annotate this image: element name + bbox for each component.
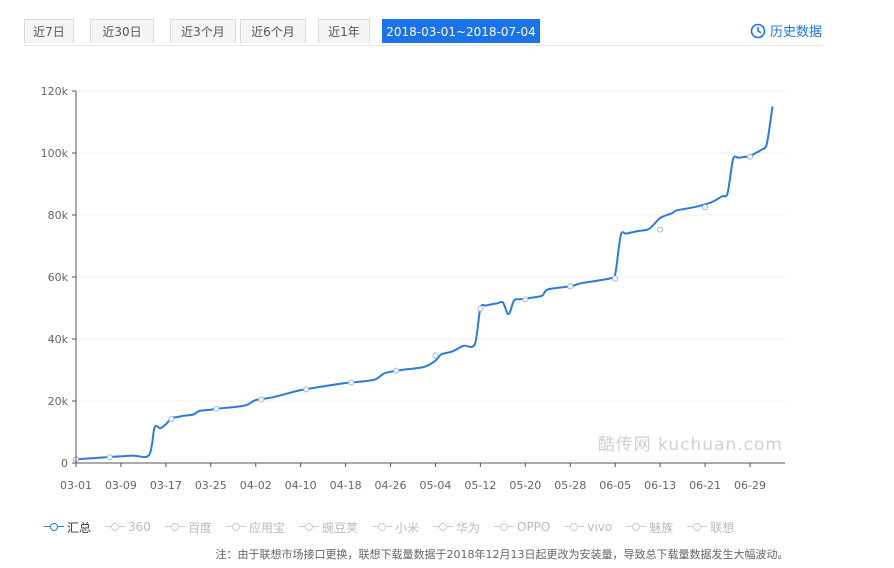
data-point-marker — [612, 275, 619, 282]
x-tick-label: 03-01 — [60, 479, 92, 492]
data-point-marker — [213, 405, 220, 412]
legend-item-label: 联想 — [710, 520, 735, 535]
legend-item[interactable]: 小米 — [371, 519, 419, 536]
data-point-marker — [747, 153, 753, 160]
x-tick-label: 03-25 — [195, 479, 227, 492]
legend-item-label: 360 — [128, 520, 151, 534]
data-point-marker — [657, 226, 664, 233]
data-point-marker — [168, 415, 175, 422]
series-markers — [73, 153, 753, 463]
legend-item[interactable]: 应用宝 — [225, 519, 285, 536]
y-tick-label: 40k — [48, 333, 69, 346]
legend-item[interactable]: vivo — [564, 520, 612, 534]
data-point-marker — [106, 454, 113, 461]
x-tick-label: 04-02 — [240, 479, 272, 492]
legend-line-marker-icon — [44, 522, 64, 532]
x-tick-label: 06-13 — [644, 479, 676, 492]
y-tick-label: 100k — [41, 147, 69, 160]
legend-line-marker-icon — [494, 522, 514, 532]
legend-item[interactable]: 360 — [105, 520, 151, 534]
legend-item-label: 豌豆荚 — [321, 520, 358, 535]
x-tick-label: 06-21 — [689, 479, 721, 492]
legend-item-label: 小米 — [394, 520, 419, 535]
downloads-line-chart: 020k40k60k80k100k120k 03-01 03-09 03-17 03-… — [41, 85, 785, 492]
data-point-marker — [303, 386, 310, 393]
legend-line-marker-icon — [687, 522, 708, 532]
legend-line-marker-icon — [432, 522, 453, 532]
x-tick-label: 03-17 — [150, 479, 182, 492]
data-point-marker — [522, 296, 529, 303]
y-tick-label: 20k — [48, 395, 69, 408]
legend-item-label: 百度 — [187, 520, 212, 535]
legend: 汇总 360 百度 应用宝 豌豆荚 小米 华为 OPPO vivo 魅族 联想 — [44, 517, 748, 537]
x-tick-label: 06-05 — [599, 479, 631, 492]
data-point-marker — [477, 305, 484, 312]
y-tick-label: 80k — [48, 209, 69, 222]
data-point-marker — [432, 352, 439, 359]
legend-line-marker-icon — [371, 522, 392, 532]
x-tick-label: 05-28 — [554, 479, 586, 492]
legend-item[interactable]: 联想 — [687, 519, 734, 536]
data-point-marker — [567, 283, 574, 290]
data-point-marker — [393, 367, 400, 374]
y-tick-label: 60k — [48, 271, 69, 284]
legend-item[interactable]: 百度 — [164, 519, 212, 536]
legend-item[interactable]: 华为 — [432, 519, 480, 536]
grid-lines — [76, 90, 785, 402]
legend-item[interactable]: 豌豆荚 — [298, 519, 358, 536]
footnote: 注：由于联想市场接口更换，联想下载量数据于2018年12月13日起更改为安装量，… — [215, 548, 789, 561]
data-point-marker — [702, 204, 709, 211]
legend-line-marker-icon — [626, 522, 647, 532]
y-tick-label: 0 — [61, 457, 68, 470]
legend-item-label: 汇总 — [67, 520, 92, 535]
legend-item[interactable]: 魅族 — [626, 519, 673, 536]
y-axis-ticks: 0 20k 40k 60k 80k 100k 120k — [41, 85, 76, 470]
legend-item-label: 魅族 — [649, 520, 674, 535]
legend-line-marker-icon — [298, 522, 319, 532]
watermark: 酷传网 kuchuan.com — [598, 435, 783, 455]
x-axis-ticks: 03-01 03-09 03-17 03-25 04-02 04-10 04-18 04-26… — [60, 463, 766, 492]
legend-item-label: 应用宝 — [248, 520, 285, 535]
data-point-marker — [348, 379, 355, 386]
legend-line-marker-icon — [564, 522, 585, 532]
x-tick-label: 05-12 — [464, 479, 496, 492]
x-tick-label: 05-20 — [509, 479, 541, 492]
y-tick-label: 120k — [41, 85, 69, 98]
legend-item-label: 华为 — [455, 520, 480, 535]
legend-item[interactable]: 汇总 — [44, 519, 91, 536]
legend-item-label: vivo — [587, 520, 613, 534]
legend-line-marker-icon — [225, 522, 246, 532]
data-point-marker — [258, 396, 265, 403]
x-tick-label: 05-04 — [419, 479, 451, 492]
legend-line-marker-icon — [164, 522, 185, 532]
x-tick-label: 04-18 — [330, 479, 362, 492]
x-tick-label: 04-26 — [375, 479, 407, 492]
legend-item[interactable]: OPPO — [494, 520, 550, 534]
legend-line-marker-icon — [105, 522, 126, 532]
series-line-total — [75, 106, 774, 461]
legend-item-label: OPPO — [517, 520, 551, 534]
x-tick-label: 06-29 — [734, 479, 766, 492]
x-tick-label: 03-09 — [105, 479, 137, 492]
x-tick-label: 04-10 — [285, 479, 317, 492]
